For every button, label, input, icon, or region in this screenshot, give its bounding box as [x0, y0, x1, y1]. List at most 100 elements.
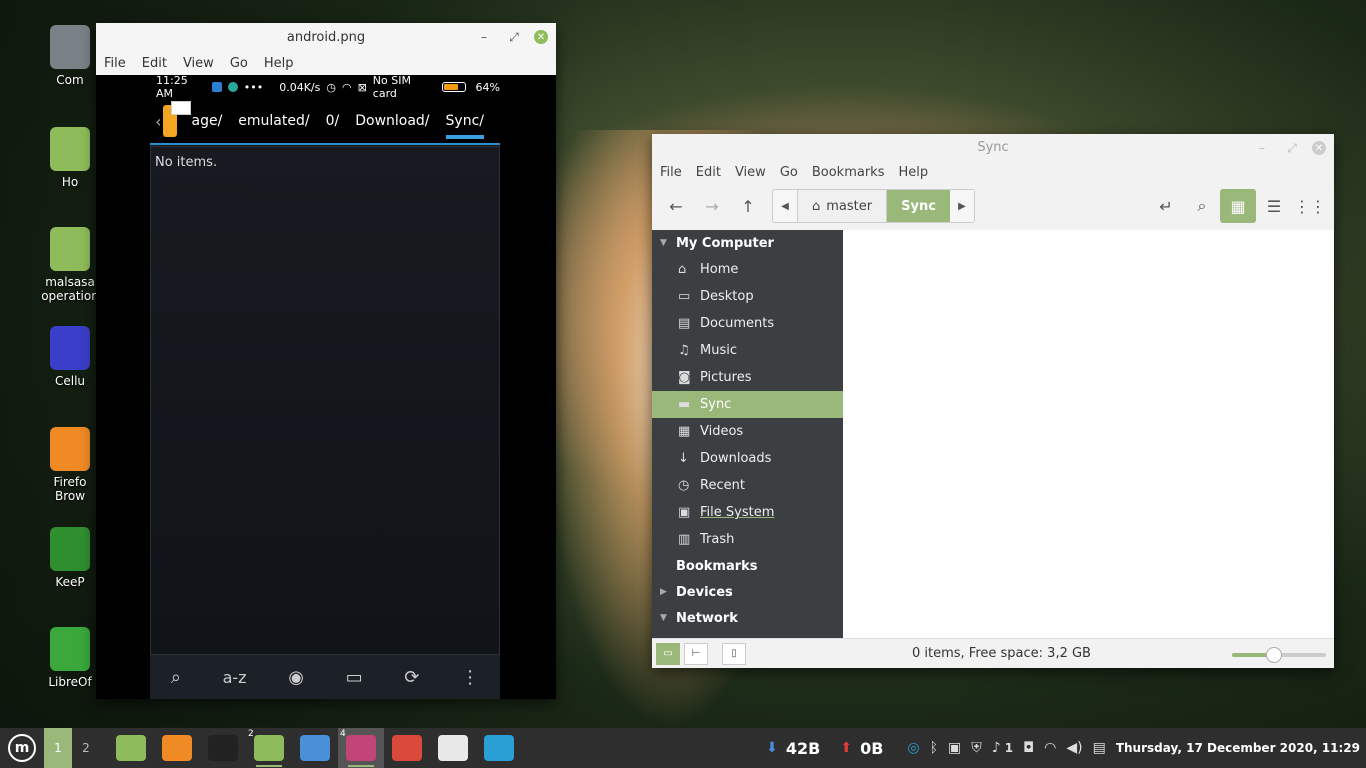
android-window-titlebar[interactable]: android.png – ⤢ ✕ [96, 23, 556, 51]
running-indicator [348, 765, 374, 767]
hide-sidebar-icon[interactable]: ▯ [722, 642, 746, 665]
documents-icon: ▤ [678, 316, 691, 331]
menu-item[interactable]: File [104, 56, 126, 71]
sidebar-item-videos[interactable]: ▦ Videos [652, 418, 843, 445]
mint-logo-icon: m [8, 734, 36, 762]
minimize-icon[interactable]: – [1252, 138, 1272, 158]
clipboard-icon[interactable]: ▣ [948, 740, 961, 756]
taskbar-app[interactable]: 2 [246, 728, 292, 768]
icon-view-icon[interactable]: ▦ [1220, 189, 1256, 223]
collapsed-icon: ▶ [660, 587, 667, 597]
desktop-app-icon [50, 227, 90, 271]
sidebar-item-trash[interactable]: ▥ Trash [652, 526, 843, 553]
taskbar-app[interactable] [476, 728, 522, 768]
download-speed: 42B [785, 738, 821, 758]
places-sidebar: ▼ My Computer ⌂ Home ▭ Desktop ▤ Documents ♫ Mu… [652, 230, 843, 638]
volume-icon[interactable]: ◀) [1066, 740, 1082, 756]
sidebar-item-downloads[interactable]: ↓ Downloads [652, 445, 843, 472]
search-icon[interactable]: ⌕ [1184, 189, 1220, 223]
crumb-right-icon[interactable]: ▶ [949, 190, 974, 222]
crumb-home[interactable]: ⌂ master [797, 190, 887, 222]
sidebar-item-desktop[interactable]: ▭ Desktop [652, 283, 843, 310]
storage-folder-icon [162, 101, 191, 137]
sidebar-item-label: Music [700, 343, 737, 358]
compact-view-icon[interactable]: ⋮⋮ [1292, 189, 1328, 223]
show-places-icon[interactable]: ▭ [656, 642, 680, 665]
taskbar-app[interactable] [154, 728, 200, 768]
up-icon[interactable]: ↑ [730, 189, 766, 223]
menu-item[interactable]: View [183, 56, 214, 71]
taskbar-app[interactable] [200, 728, 246, 768]
my-computer-header[interactable]: ▼ My Computer [652, 230, 843, 256]
list-view-icon[interactable]: ☰ [1256, 189, 1292, 223]
expanded-icon: ▼ [660, 238, 667, 248]
toggle-location-icon[interactable]: ↵ [1148, 189, 1184, 223]
sidebar-item-sync[interactable]: ▬ Sync [652, 391, 843, 418]
network-speed: 0.04K/s [279, 80, 321, 94]
shield-icon[interactable]: ⛨ [971, 740, 982, 756]
menu-item[interactable]: Edit [696, 165, 721, 180]
menu-item[interactable]: Go [780, 165, 798, 180]
menu-item[interactable]: Help [898, 165, 928, 180]
nemo-titlebar[interactable]: Sync – ⤢ ✕ [652, 134, 1334, 160]
path-segment: Download/ [355, 113, 430, 129]
clock[interactable]: Thursday, 17 December 2020, 11:29 [1116, 741, 1360, 755]
zoom-knob[interactable] [1266, 647, 1283, 663]
window-count-badge: 2 [248, 729, 254, 739]
file-view[interactable] [843, 230, 1334, 638]
network-manager-icon[interactable]: ◎ [907, 740, 919, 756]
workspace-2[interactable]: 2 [72, 728, 100, 768]
notification-icon[interactable]: ♪ [992, 740, 1001, 756]
crumb-left-icon[interactable]: ◀ [773, 190, 797, 222]
menu-button[interactable]: m [0, 728, 44, 768]
phone-time: 11:25 AM [156, 74, 188, 100]
network-header[interactable]: ▼ Network [652, 605, 843, 631]
network-app-icon [484, 735, 514, 761]
more-icon: ⋮ [461, 666, 480, 688]
menu-item[interactable]: File [660, 165, 682, 180]
wifi-icon[interactable]: ◠ [1044, 740, 1056, 756]
menu-item[interactable]: Go [230, 56, 248, 71]
taskbar-app[interactable] [384, 728, 430, 768]
maximize-icon[interactable]: ⤢ [504, 27, 524, 47]
bluetooth-icon[interactable]: ᛒ [930, 740, 938, 756]
back-icon[interactable]: ← [658, 189, 694, 223]
taskbar-app[interactable] [430, 728, 476, 768]
recent-icon: ◷ [678, 478, 690, 493]
phone-screenshot: 11:25 AM ••• 0.04K/s ◷ ◠ ⊠ No SIM card 6… [150, 74, 500, 699]
menu-item[interactable]: Bookmarks [812, 165, 885, 180]
section-label: Network [676, 610, 738, 626]
taskbar-app[interactable] [108, 728, 154, 768]
notification-count: 1 [1004, 741, 1014, 755]
maximize-icon[interactable]: ⤢ [1282, 138, 1302, 158]
menu-item[interactable]: View [735, 165, 766, 180]
close-icon[interactable]: ✕ [534, 30, 548, 44]
zoom-slider[interactable] [1232, 647, 1326, 663]
sidebar-item-pictures[interactable]: ◙ Pictures [652, 364, 843, 391]
phone-path-bar: ‹ age/emulated/0/Download/Sync/ [150, 99, 500, 145]
forward-icon[interactable]: → [694, 189, 730, 223]
section-label: My Computer [676, 235, 774, 251]
menu-item[interactable]: Help [264, 56, 294, 71]
sidebar-item-recent[interactable]: ◷ Recent [652, 472, 843, 499]
downloads-icon: ↓ [678, 451, 689, 466]
taskbar-app[interactable]: 4 [338, 728, 384, 768]
sidebar-item-documents[interactable]: ▤ Documents [652, 310, 843, 337]
close-icon[interactable]: ✕ [1312, 141, 1326, 155]
crumb-current[interactable]: Sync [886, 190, 950, 222]
bookmarks-header[interactable]: Bookmarks [652, 553, 843, 579]
devices-header[interactable]: ▶ Devices [652, 579, 843, 605]
menu-item[interactable]: Edit [142, 56, 167, 71]
sidebar-item-music[interactable]: ♫ Music [652, 337, 843, 364]
sidebar-item-file-system[interactable]: ▣ File System [652, 499, 843, 526]
taskbar-app[interactable] [292, 728, 338, 768]
path-segment: age/ [191, 113, 223, 129]
workspace-1[interactable]: 1 [44, 728, 72, 768]
calendar-icon[interactable]: ▤ [1093, 740, 1106, 756]
show-treeview-icon[interactable]: ⊢ [684, 642, 708, 665]
sidebar-item-home[interactable]: ⌂ Home [652, 256, 843, 283]
search-icon: ⌕ [170, 666, 181, 688]
drive-icon[interactable]: ◘ [1023, 740, 1034, 756]
minimize-icon[interactable]: – [474, 27, 494, 47]
folder-icon: ▭ [345, 666, 363, 688]
